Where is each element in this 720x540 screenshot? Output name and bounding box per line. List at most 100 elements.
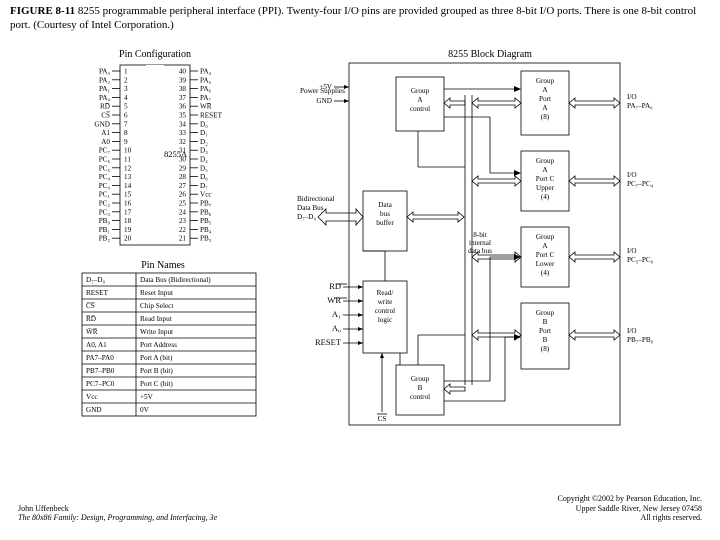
svg-text:23: 23: [179, 217, 187, 225]
svg-text:GroupBcontrol: GroupBcontrol: [410, 375, 430, 401]
svg-text:7: 7: [124, 120, 128, 128]
svg-text:PB7–PB0: PB7–PB0: [86, 367, 115, 375]
svg-text:+5V: +5V: [319, 83, 333, 91]
svg-text:8: 8: [124, 129, 128, 137]
svg-text:PB₁: PB₁: [99, 226, 111, 234]
svg-text:PA₁: PA₁: [99, 85, 111, 93]
svg-text:13: 13: [124, 173, 132, 181]
bidir-bus-label: BidirectionalData BusD₇–D₀: [297, 195, 335, 221]
svg-text:PC₇: PC₇: [99, 147, 111, 155]
svg-text:RESET: RESET: [200, 112, 223, 120]
svg-text:24: 24: [179, 208, 187, 216]
svg-text:PB₂: PB₂: [99, 235, 111, 243]
svg-text:CS̅: CS̅: [101, 110, 110, 119]
svg-text:WR: WR: [327, 295, 341, 305]
svg-text:30: 30: [179, 156, 187, 164]
svg-text:A₀: A₀: [332, 323, 341, 333]
svg-text:Port Address: Port Address: [140, 341, 177, 349]
svg-text:PA7–PA0: PA7–PA0: [86, 354, 114, 362]
svg-text:D₂: D₂: [200, 138, 208, 146]
svg-text:Port A (bit): Port A (bit): [140, 354, 173, 362]
svg-text:17: 17: [124, 208, 132, 216]
svg-text:Vcc: Vcc: [86, 393, 98, 401]
svg-text:38: 38: [179, 85, 187, 93]
svg-text:A0, A1: A0, A1: [86, 341, 107, 349]
svg-text:CS: CS: [378, 415, 387, 423]
svg-text:W̅R̅: W̅R̅: [86, 327, 98, 336]
svg-text:I/OPC₇–PC₄: I/OPC₇–PC₄: [627, 171, 654, 188]
svg-text:A1: A1: [101, 129, 110, 137]
svg-text:PA₆: PA₆: [200, 85, 212, 93]
svg-text:39: 39: [179, 76, 187, 84]
svg-text:Port B (bit): Port B (bit): [140, 367, 173, 375]
svg-text:PB₄: PB₄: [200, 226, 212, 234]
svg-text:A0: A0: [101, 138, 110, 146]
svg-text:21: 21: [179, 235, 187, 243]
svg-text:12: 12: [124, 164, 132, 172]
svg-text:PC₃: PC₃: [99, 208, 111, 216]
svg-text:I/OPC₃–PC₀: I/OPC₃–PC₀: [627, 247, 654, 264]
svg-text:PC₄: PC₄: [99, 173, 111, 181]
svg-text:+5V: +5V: [140, 393, 154, 401]
svg-text:36: 36: [179, 103, 187, 111]
svg-text:PC7–PC0: PC7–PC0: [86, 380, 115, 388]
svg-text:3: 3: [124, 85, 128, 93]
svg-text:PB₀: PB₀: [99, 217, 111, 225]
svg-text:R̅D̅: R̅D̅: [86, 314, 96, 323]
svg-text:29: 29: [179, 164, 187, 172]
svg-text:37: 37: [179, 94, 187, 102]
svg-text:D₅: D₅: [200, 164, 208, 172]
svg-text:27: 27: [179, 182, 187, 190]
svg-text:GND: GND: [316, 97, 332, 105]
svg-text:14: 14: [124, 182, 132, 190]
svg-text:PA₂: PA₂: [99, 76, 111, 84]
svg-text:GND: GND: [94, 120, 110, 128]
svg-text:D₇–D₀: D₇–D₀: [86, 276, 105, 284]
svg-text:PA₇: PA₇: [200, 94, 212, 102]
svg-text:PB₇: PB₇: [200, 200, 212, 208]
svg-text:15: 15: [124, 191, 132, 199]
svg-text:PC₂: PC₂: [99, 200, 111, 208]
figure-body: Pin Configuration 8255A PA₃1PA₂2PA₁3PA₀4…: [60, 45, 660, 465]
svg-text:32: 32: [179, 138, 187, 146]
svg-text:RD: RD: [329, 281, 341, 291]
svg-text:RESET: RESET: [86, 289, 109, 297]
pin-names-header: Pin Names: [141, 260, 185, 271]
svg-text:4: 4: [124, 94, 128, 102]
svg-text:25: 25: [179, 200, 187, 208]
svg-text:26: 26: [179, 191, 187, 199]
svg-text:PC₁: PC₁: [99, 191, 111, 199]
svg-text:PA₅: PA₅: [200, 76, 212, 84]
svg-text:PA₃: PA₃: [99, 68, 111, 76]
svg-text:1: 1: [124, 68, 128, 76]
svg-text:D₀: D₀: [200, 120, 208, 128]
svg-text:PC₆: PC₆: [99, 156, 111, 164]
svg-text:31: 31: [179, 147, 187, 155]
svg-text:PC₀: PC₀: [99, 182, 111, 190]
svg-text:C̅S̅: C̅S̅: [86, 301, 95, 310]
svg-text:11: 11: [124, 156, 131, 164]
svg-text:Reset Input: Reset Input: [140, 289, 173, 297]
svg-text:I/OPA₇–PA₀: I/OPA₇–PA₀: [627, 93, 653, 110]
svg-text:GroupAPort CLower(4): GroupAPort CLower(4): [536, 233, 555, 277]
svg-text:6: 6: [124, 112, 128, 120]
svg-text:PB₅: PB₅: [200, 217, 212, 225]
svg-text:PA₀: PA₀: [99, 94, 111, 102]
svg-text:GroupAPortA(8): GroupAPortA(8): [536, 77, 555, 121]
svg-text:I/OPB₇–PB₀: I/OPB₇–PB₀: [627, 327, 654, 344]
svg-text:GroupAPort CUpper(4): GroupAPort CUpper(4): [536, 157, 555, 201]
svg-text:PA₄: PA₄: [200, 68, 212, 76]
svg-text:34: 34: [179, 120, 187, 128]
svg-text:D₆: D₆: [200, 173, 208, 181]
svg-text:PB₃: PB₃: [200, 235, 212, 243]
footer-right: Copyright ©2002 by Pearson Education, In…: [558, 494, 703, 522]
svg-text:5: 5: [124, 103, 128, 111]
svg-text:Read/writecontrollogic: Read/writecontrollogic: [375, 289, 395, 324]
svg-text:35: 35: [179, 112, 187, 120]
pin-config-header: Pin Configuration: [119, 49, 191, 60]
svg-text:28: 28: [179, 173, 187, 181]
block-diagram-header: 8255 Block Diagram: [448, 49, 532, 60]
svg-text:Chip Select: Chip Select: [140, 302, 173, 310]
svg-text:Write Input: Write Input: [140, 328, 173, 336]
svg-text:D₁: D₁: [200, 129, 208, 137]
